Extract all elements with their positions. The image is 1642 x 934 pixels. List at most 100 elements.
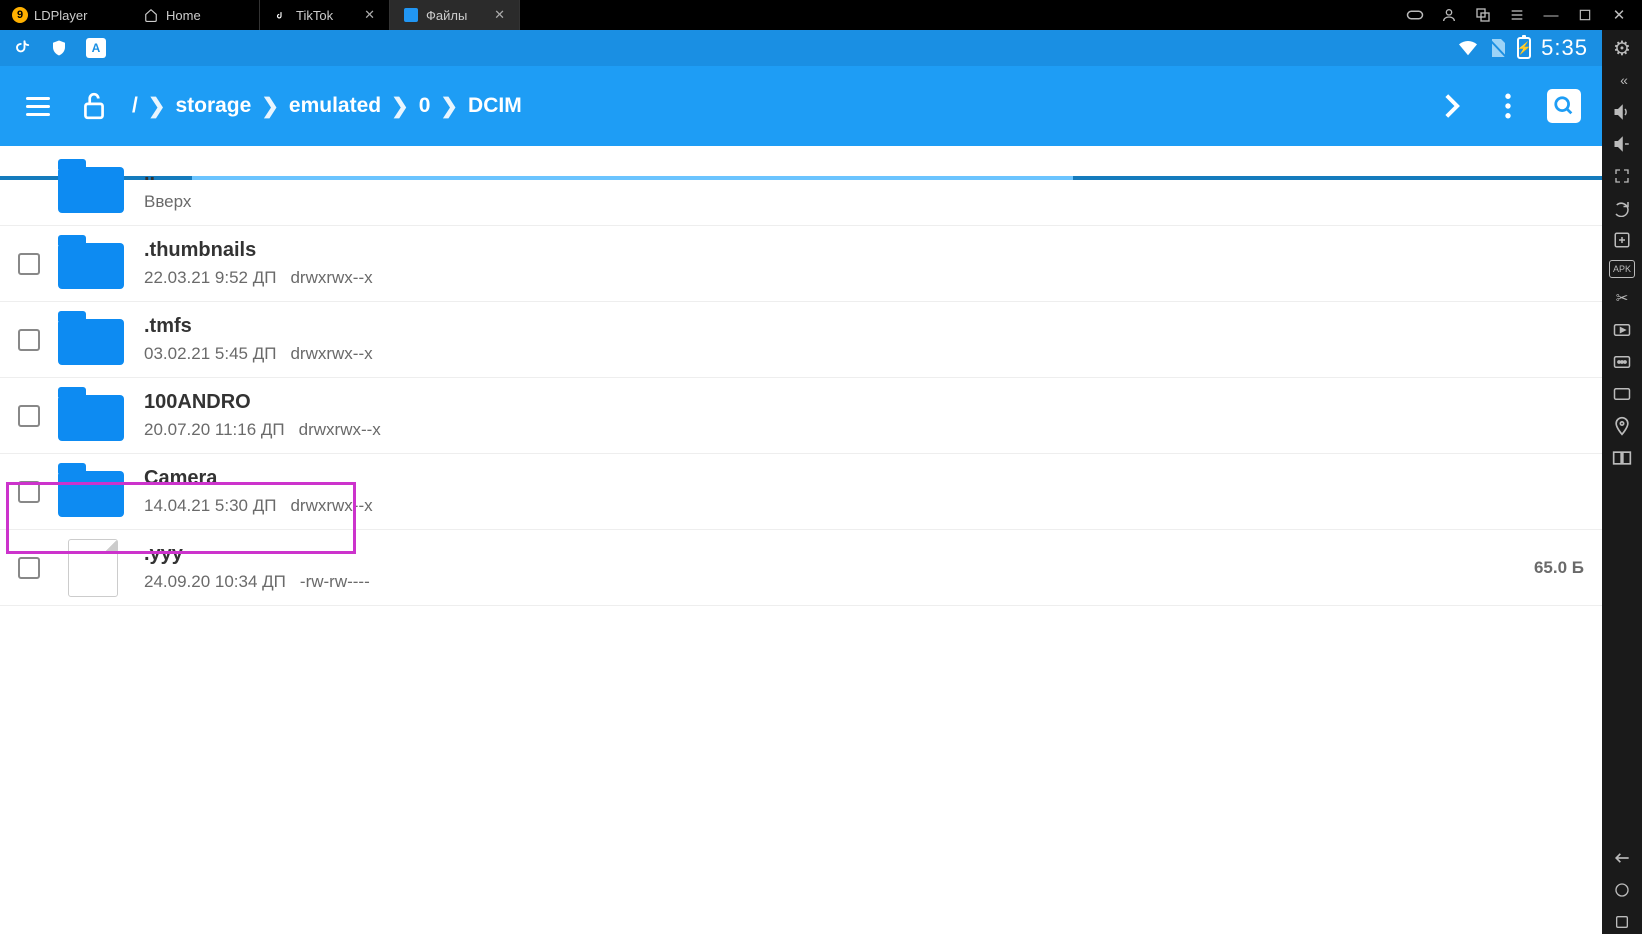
- file-sub: Вверх: [144, 192, 191, 212]
- scissors-icon[interactable]: ✂: [1610, 286, 1634, 310]
- file-icon: [68, 539, 118, 597]
- no-sim-icon: [1489, 38, 1507, 58]
- emulator-sidebar: ⚙ « APK ✂: [1602, 30, 1642, 934]
- checkbox[interactable]: [18, 405, 40, 427]
- checkbox[interactable]: [18, 481, 40, 503]
- file-name: .tmfs: [144, 315, 373, 338]
- hamburger-icon: [26, 97, 50, 116]
- file-list: .. Вверх .thumbnails 22.03.21 9:52 ДП dr…: [0, 146, 1602, 934]
- drawer-button[interactable]: [20, 88, 56, 124]
- battery-charging-icon: ⚡: [1517, 37, 1531, 59]
- breadcrumb-segment[interactable]: 0: [419, 94, 431, 118]
- checkbox[interactable]: [18, 329, 40, 351]
- file-size: 65.0 Б: [1534, 558, 1584, 578]
- breadcrumb-segment[interactable]: emulated: [289, 94, 381, 118]
- file-name: 100ANDRO: [144, 391, 381, 414]
- tab-close-icon[interactable]: ✕: [364, 7, 375, 23]
- window-controls: — ✕: [1392, 6, 1642, 24]
- keyboard-indicator: A: [86, 38, 106, 58]
- file-date: 14.04.21 5:30 ДП: [144, 496, 276, 516]
- location-icon[interactable]: [1610, 414, 1634, 438]
- file-perm: drwxrwx--x: [290, 496, 372, 516]
- list-item-up[interactable]: .. Вверх: [0, 150, 1602, 226]
- folder-icon: [58, 389, 128, 443]
- breadcrumb-segment[interactable]: storage: [175, 94, 251, 118]
- lock-button[interactable]: [76, 88, 112, 124]
- tab-tiktok[interactable]: TikTok ✕: [260, 0, 390, 30]
- status-clock: 5:35: [1541, 35, 1588, 61]
- file-name: .yyy: [144, 543, 370, 566]
- gear-icon[interactable]: ⚙: [1610, 36, 1634, 60]
- search-button[interactable]: [1546, 88, 1582, 124]
- file-name: Camera: [144, 467, 373, 490]
- multitask-icon[interactable]: [1610, 446, 1634, 470]
- file-date: 20.07.20 11:16 ДП: [144, 420, 285, 440]
- gamepad-icon[interactable]: [1406, 6, 1424, 24]
- unlock-icon: [81, 91, 107, 121]
- folder-icon: [58, 313, 128, 367]
- folder-icon: [58, 161, 128, 215]
- breadcrumb-root[interactable]: /: [132, 94, 138, 118]
- folder-icon: [404, 8, 418, 22]
- apk-icon[interactable]: APK: [1609, 260, 1635, 278]
- tiktok-icon: [274, 8, 288, 22]
- breadcrumb-segment[interactable]: DCIM: [468, 94, 522, 118]
- file-perm: -rw-rw----: [300, 572, 370, 592]
- file-date: 24.09.20 10:34 ДП: [144, 572, 286, 592]
- list-item[interactable]: .thumbnails 22.03.21 9:52 ДП drwxrwx--x: [0, 226, 1602, 302]
- chevron-right-icon: ❯: [261, 94, 279, 119]
- add-app-icon[interactable]: [1610, 228, 1634, 252]
- chevron-right-icon: ❯: [148, 94, 166, 119]
- android-status-bar: A ⚡ 5:35: [0, 30, 1602, 66]
- file-name: ..: [144, 163, 191, 186]
- shield-notif-icon: [50, 39, 68, 57]
- multi-instance-icon[interactable]: [1474, 6, 1492, 24]
- rotate-icon[interactable]: [1610, 196, 1634, 220]
- more-vert-icon: [1504, 93, 1512, 119]
- list-item[interactable]: .yyy 24.09.20 10:34 ДП -rw-rw---- 65.0 Б: [0, 530, 1602, 606]
- volume-down-icon[interactable]: [1610, 132, 1634, 156]
- collapse-icon[interactable]: «: [1610, 68, 1634, 92]
- home-icon: [144, 8, 158, 22]
- checkbox[interactable]: [18, 557, 40, 579]
- chevron-right-icon: ❯: [440, 94, 458, 119]
- user-icon[interactable]: [1440, 6, 1458, 24]
- file-date: 22.03.21 9:52 ДП: [144, 268, 276, 288]
- breadcrumb: / ❯ storage ❯ emulated ❯ 0 ❯ DCIM: [132, 94, 522, 119]
- android-screen: A ⚡ 5:35 / ❯: [0, 30, 1602, 934]
- more-icon[interactable]: [1610, 350, 1634, 374]
- volume-up-icon[interactable]: [1610, 100, 1634, 124]
- brand: 9 LDPlayer: [0, 7, 130, 23]
- recents-nav-icon[interactable]: [1610, 910, 1634, 934]
- folder-icon: [58, 237, 128, 291]
- ldplayer-logo-icon: 9: [12, 7, 28, 23]
- tab-label: TikTok: [296, 8, 333, 23]
- brand-label: LDPlayer: [34, 8, 87, 23]
- folder-icon: [58, 465, 128, 519]
- play-icon[interactable]: [1610, 318, 1634, 342]
- back-nav-icon[interactable]: [1610, 846, 1634, 870]
- close-button[interactable]: ✕: [1610, 6, 1628, 24]
- chevron-right-icon: ❯: [391, 94, 409, 119]
- file-perm: drwxrwx--x: [299, 420, 381, 440]
- fullscreen-icon[interactable]: [1610, 164, 1634, 188]
- search-icon: [1547, 89, 1581, 123]
- maximize-button[interactable]: [1576, 6, 1594, 24]
- checkbox[interactable]: [18, 253, 40, 275]
- list-item[interactable]: 100ANDRO 20.07.20 11:16 ДП drwxrwx--x: [0, 378, 1602, 454]
- tiktok-notif-icon: [14, 39, 32, 57]
- tab-home[interactable]: Home: [130, 0, 260, 30]
- list-item[interactable]: .tmfs 03.02.21 5:45 ДП drwxrwx--x: [0, 302, 1602, 378]
- keymap-icon[interactable]: [1610, 382, 1634, 406]
- tab-close-icon[interactable]: ✕: [494, 7, 505, 23]
- list-item-camera[interactable]: Camera 14.04.21 5:30 ДП drwxrwx--x: [0, 454, 1602, 530]
- forward-button[interactable]: [1434, 88, 1470, 124]
- tab-files[interactable]: Файлы ✕: [390, 0, 520, 30]
- file-perm: drwxrwx--x: [290, 344, 372, 364]
- file-name: .thumbnails: [144, 239, 373, 262]
- overflow-menu-button[interactable]: [1490, 88, 1526, 124]
- minimize-button[interactable]: —: [1542, 6, 1560, 24]
- home-nav-icon[interactable]: [1610, 878, 1634, 902]
- menu-icon[interactable]: [1508, 6, 1526, 24]
- wifi-icon: [1457, 39, 1479, 57]
